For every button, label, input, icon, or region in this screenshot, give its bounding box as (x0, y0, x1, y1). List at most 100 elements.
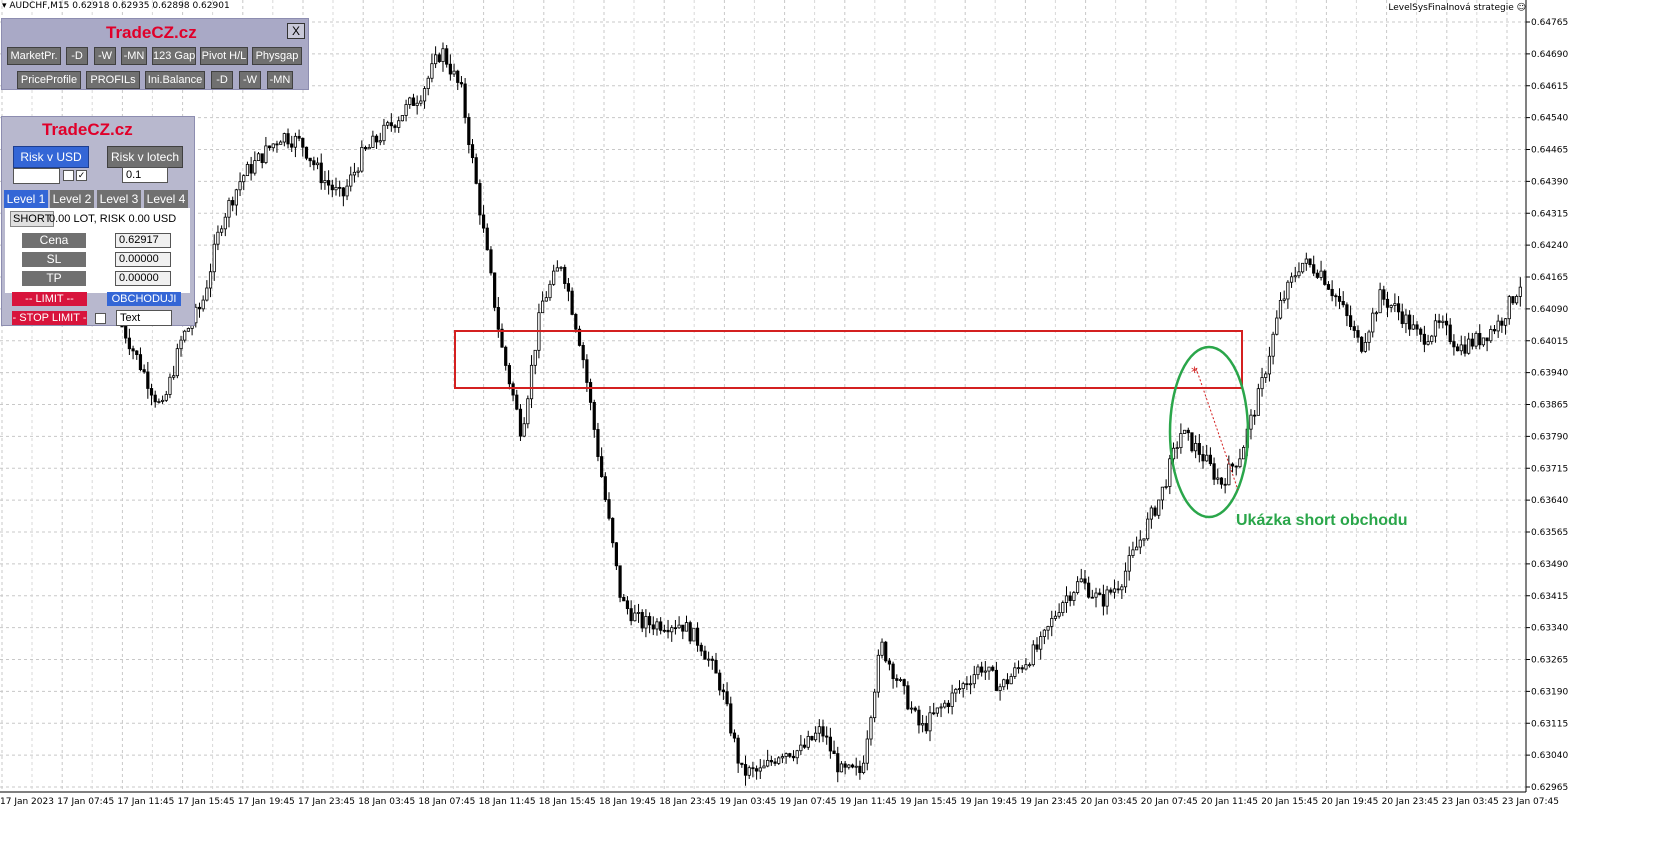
candle-body (127, 337, 131, 350)
candle-body (1371, 312, 1375, 333)
time-tick-label: 20 Jan 07:45 (1141, 797, 1198, 807)
time-tick-label: 18 Jan 19:45 (599, 797, 656, 807)
candle-body (279, 141, 283, 145)
candle-body (1105, 589, 1109, 607)
obchoduji-button[interactable]: OBCHODUJI (107, 292, 181, 306)
candle-body (817, 726, 821, 734)
tp-input[interactable]: 0.00000 (115, 271, 171, 286)
candle-body (470, 144, 475, 159)
candle-body (1168, 458, 1172, 487)
price-tick-label: 0.63715 (1531, 464, 1568, 474)
inibalance-button[interactable]: Ini.Balance (145, 71, 205, 89)
candle-body (1496, 320, 1500, 332)
candle-body (496, 307, 500, 330)
candle-body (924, 723, 928, 732)
time-tick-label: 20 Jan 23:45 (1382, 797, 1439, 807)
gap-button[interactable]: 123 Gap (152, 47, 196, 65)
text-input[interactable]: Text (116, 310, 172, 326)
time-tick-label: 20 Jan 03:45 (1081, 797, 1138, 807)
w-button[interactable]: -W (94, 47, 116, 65)
candle-body (386, 122, 390, 126)
price-tick-label: 0.62965 (1531, 783, 1568, 793)
candle-body (1249, 414, 1253, 430)
candle-body (651, 624, 655, 630)
tab-level-4[interactable]: Level 4 (144, 190, 188, 208)
tab-level-1[interactable]: Level 1 (4, 190, 48, 208)
price-tick-label: 0.63640 (1531, 496, 1568, 506)
mn2-button[interactable]: -MN (267, 71, 293, 89)
candle-body (1282, 298, 1286, 301)
candle-body (1478, 332, 1482, 346)
candle-body (640, 612, 644, 629)
stop-limit-checkbox[interactable] (95, 313, 106, 324)
lot-input[interactable]: 0.1 (122, 167, 168, 183)
d-button[interactable]: -D (66, 47, 88, 65)
candle-body (1005, 679, 1010, 685)
candle-body (574, 314, 578, 330)
w2-button[interactable]: -W (239, 71, 261, 89)
risk-usd-input[interactable] (13, 168, 60, 184)
candle-body (1492, 329, 1497, 332)
candle-body (1068, 595, 1072, 601)
candle-body (441, 48, 445, 62)
candle-body (1072, 592, 1076, 601)
limit-button[interactable]: -- LIMIT -- (12, 292, 87, 306)
pivot-button[interactable]: Pivot H/L (200, 47, 248, 65)
candle-body (1212, 463, 1216, 480)
candle-body (596, 429, 600, 457)
checkbox-1[interactable] (63, 170, 74, 181)
price-chart[interactable]: 0.64765 0.64690 0.64615 0.64540 0.64465 0.643… (0, 0, 1664, 862)
candle-body (1057, 612, 1061, 617)
price-tick-label: 0.64615 (1531, 82, 1568, 92)
mn-button[interactable]: -MN (121, 47, 147, 65)
d2-button[interactable]: -D (211, 71, 233, 89)
risk-usd-button[interactable]: Risk v USD (13, 146, 89, 168)
candle-body (1319, 270, 1323, 278)
profils-button[interactable]: PROFILs (86, 71, 140, 89)
strategy-name: LevelSysFinalnová strategie (1388, 3, 1514, 13)
candle-body (411, 97, 416, 106)
candle-body (895, 678, 899, 681)
candle-body (636, 612, 641, 614)
candle-body (1064, 595, 1069, 603)
sl-input[interactable]: 0.00000 (115, 252, 171, 267)
candle-body (1500, 320, 1504, 326)
candle-body (1149, 507, 1153, 520)
price-tick-label: 0.63265 (1531, 656, 1568, 666)
candle-body (1474, 332, 1478, 347)
candle-body (994, 669, 999, 691)
candle-body (301, 137, 305, 148)
candle-body (426, 77, 430, 89)
candle-body (319, 162, 323, 184)
candle-body (437, 54, 441, 62)
tab-level-2[interactable]: Level 2 (50, 190, 94, 208)
tab-level-3[interactable]: Level 3 (97, 190, 141, 208)
priceprofile-button[interactable]: PriceProfile (17, 71, 81, 89)
candle-body (518, 408, 523, 437)
candle-body (308, 157, 312, 162)
checkbox-2[interactable]: ✓ (76, 170, 87, 181)
candle-body (555, 267, 559, 272)
short-button[interactable]: SHORT (10, 211, 55, 227)
price-input[interactable]: 0.62917 (115, 233, 171, 248)
marketpr-button[interactable]: MarketPr. (7, 47, 61, 65)
risk-lot-button[interactable]: Risk v lotech (107, 146, 183, 168)
candle-body (647, 616, 652, 626)
candle-body (1511, 296, 1515, 304)
candle-body (1360, 336, 1364, 352)
candle-body (1433, 320, 1438, 337)
physgap-button[interactable]: Physgap (252, 47, 302, 65)
candle-body (1197, 443, 1201, 455)
stop-limit-button[interactable]: - STOP LIMIT - (12, 311, 87, 325)
candle-body (828, 736, 832, 752)
candle-body (1507, 296, 1511, 320)
close-button[interactable]: X (287, 23, 305, 39)
time-tick-label: 19 Jan 07:45 (780, 797, 837, 807)
candle-body (271, 143, 275, 149)
candle-body (880, 641, 884, 656)
candle-body (1419, 328, 1423, 335)
candle-body (367, 147, 371, 150)
candle-body (1326, 284, 1331, 290)
candle-body (1448, 324, 1452, 342)
candle-body (183, 330, 187, 341)
